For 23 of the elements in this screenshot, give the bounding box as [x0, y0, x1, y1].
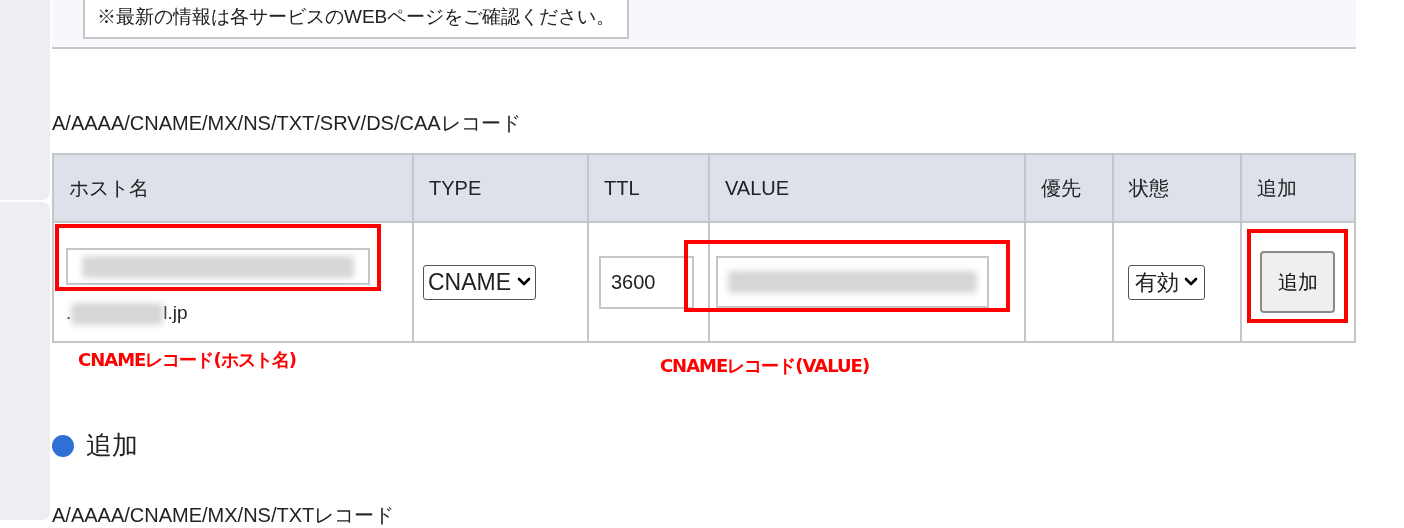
- section-title: 追加: [86, 429, 138, 462]
- column-header: ホスト名: [53, 154, 413, 222]
- chevron-icon: [517, 277, 532, 287]
- status-select[interactable]: 有効: [1128, 264, 1205, 300]
- host-input[interactable]: [66, 248, 370, 286]
- ttl-input[interactable]: 3600: [599, 255, 694, 309]
- records-heading: A/AAAA/CNAME/MX/NS/TXTレコード: [52, 503, 396, 528]
- add-button[interactable]: 追加: [1260, 251, 1335, 313]
- annotation-label: CNAMEレコード(ホスト名): [78, 348, 296, 372]
- column-header: 状態: [1113, 154, 1241, 222]
- records-heading: A/AAAA/CNAME/MX/NS/TXT/SRV/DS/CAAレコード: [52, 111, 522, 136]
- column-header: 優先: [1025, 154, 1113, 222]
- value-input[interactable]: [716, 256, 989, 308]
- column-header: TYPE: [413, 154, 588, 222]
- column-header: VALUE: [709, 154, 1025, 222]
- annotation-label: CNAMEレコード(VALUE): [659, 354, 870, 378]
- chevron-icon: [1184, 277, 1198, 287]
- notice-text: ※最新の情報は各サービスのWEBページをご確認ください。: [83, 0, 630, 39]
- domain-text: l.jp: [163, 301, 188, 326]
- domain-text: .: [66, 301, 72, 326]
- type-select[interactable]: CNAME: [423, 264, 537, 300]
- column-header: 追加: [1241, 154, 1355, 222]
- column-header: TTL: [588, 154, 709, 222]
